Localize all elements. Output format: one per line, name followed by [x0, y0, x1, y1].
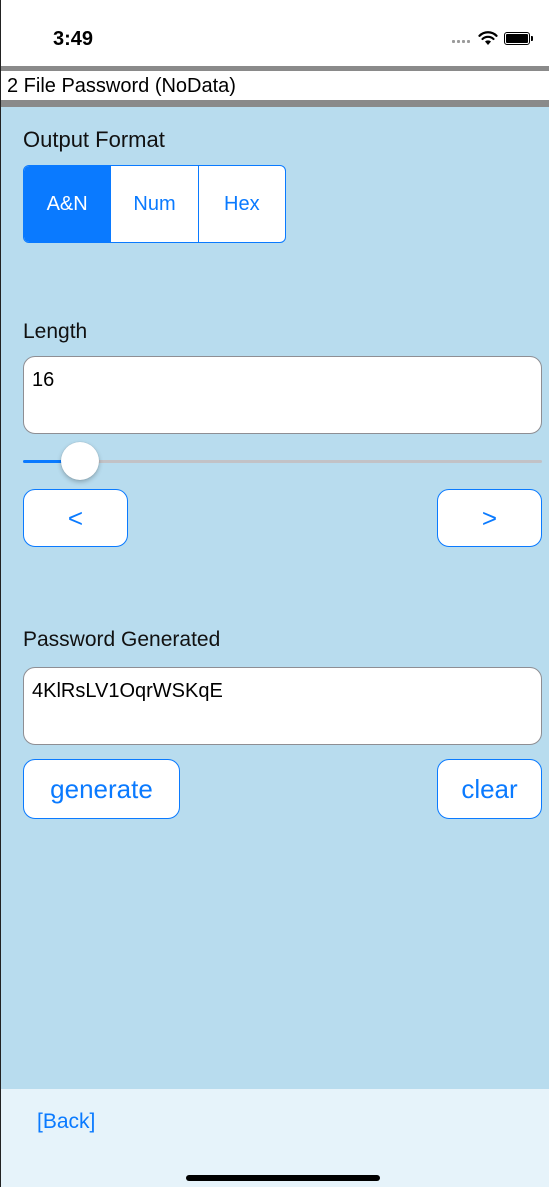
home-indicator[interactable] [186, 1175, 380, 1181]
output-format-label: Output Format [23, 127, 165, 152]
main-content: Output Format A&N Num Hex Length 16 < > … [1, 107, 549, 1089]
clear-button[interactable]: clear [437, 759, 542, 819]
length-field[interactable]: 16 [23, 356, 542, 434]
password-field[interactable]: 4KlRsLV1OqrWSKqE [23, 667, 542, 745]
length-slider[interactable] [23, 441, 542, 481]
password-generated-label: Password Generated [23, 628, 221, 651]
footer-bar: [Back] [1, 1089, 549, 1187]
segment-alphanumeric[interactable]: A&N [24, 166, 112, 242]
segment-hex[interactable]: Hex [199, 166, 285, 242]
title-bar: 2 File Password (NoData) [1, 66, 549, 107]
app-frame: 3:49 2 File Password (NoData) Output For… [0, 0, 549, 1187]
wifi-icon [478, 31, 498, 45]
back-link[interactable]: [Back] [37, 1110, 95, 1134]
cellular-signal-icon [452, 33, 472, 43]
increase-length-button[interactable]: > [437, 489, 542, 547]
decrease-length-button[interactable]: < [23, 489, 128, 547]
status-bar: 3:49 [1, 0, 549, 66]
slider-thumb[interactable] [61, 442, 100, 480]
slider-track [23, 460, 542, 463]
status-time: 3:49 [53, 28, 94, 50]
generate-button[interactable]: generate [23, 759, 180, 819]
length-label: Length [23, 320, 88, 343]
page-title: 2 File Password (NoData) [7, 75, 236, 97]
output-format-segmented-control: A&N Num Hex [23, 165, 286, 243]
battery-icon [504, 31, 533, 45]
status-icons [452, 30, 533, 46]
segment-numeric[interactable]: Num [111, 166, 199, 242]
